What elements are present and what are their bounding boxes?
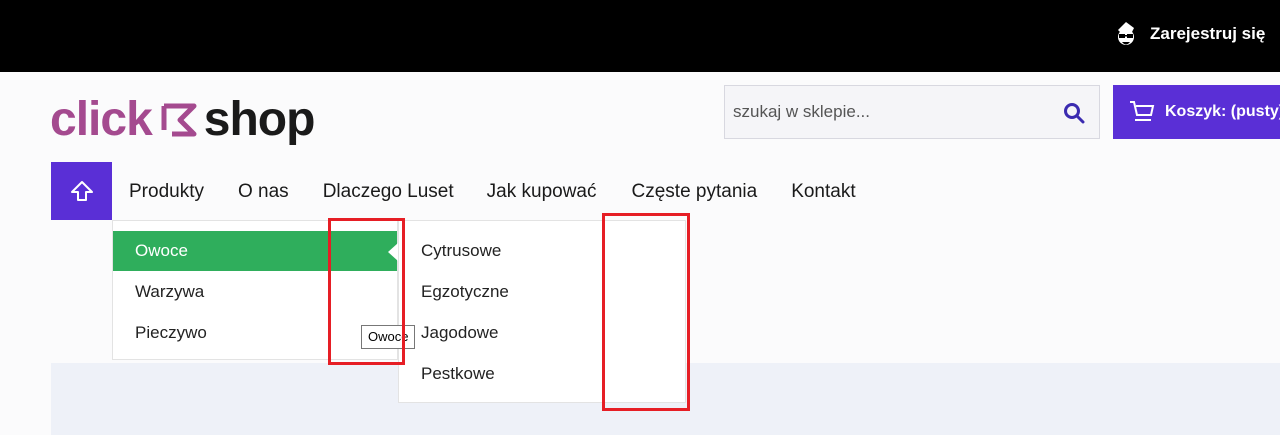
highlight-box-right <box>602 213 690 411</box>
logo-text-click: click <box>50 93 153 146</box>
nav-item-o-nas[interactable]: O nas <box>238 181 289 203</box>
register-link[interactable]: Zarejestruj się <box>1114 20 1265 48</box>
subitem-jagodowe[interactable]: Jagodowe <box>421 323 499 343</box>
nav-item-dlaczego-luset[interactable]: Dlaczego Luset <box>323 181 454 203</box>
highlight-box-left <box>328 218 405 365</box>
subitem-cytrusowe[interactable]: Cytrusowe <box>421 241 501 261</box>
top-bar: Zarejestruj się <box>0 0 1280 72</box>
nav-item-czeste-pytania[interactable]: Częste pytania <box>632 181 758 203</box>
user-avatar-icon <box>1118 22 1134 45</box>
subitem-pestkowe[interactable]: Pestkowe <box>421 364 495 384</box>
home-arrow-icon <box>70 181 93 201</box>
main-nav: Produkty O nas Dlaczego Luset Jak kupowa… <box>129 181 856 203</box>
cart-button[interactable]: Koszyk: (pusty) <box>1113 85 1280 139</box>
cart-icon <box>1130 101 1155 121</box>
cart-label: Koszyk: (pusty) <box>1165 103 1280 120</box>
nav-item-jak-kupowac[interactable]: Jak kupować <box>487 181 597 203</box>
logo-text-shop: shop <box>203 93 316 146</box>
register-label: Zarejestruj się <box>1150 24 1266 43</box>
search-box <box>724 85 1100 139</box>
nav-item-produkty[interactable]: Produkty <box>129 181 204 203</box>
logo-cursor-icon <box>161 103 197 136</box>
home-button[interactable] <box>51 162 112 220</box>
search-icon[interactable] <box>1063 102 1085 124</box>
shop-logo[interactable]: click shop <box>50 92 316 147</box>
subitem-egzotyczne[interactable]: Egzotyczne <box>421 282 509 302</box>
search-input[interactable] <box>725 86 1041 138</box>
nav-item-kontakt[interactable]: Kontakt <box>791 181 855 203</box>
